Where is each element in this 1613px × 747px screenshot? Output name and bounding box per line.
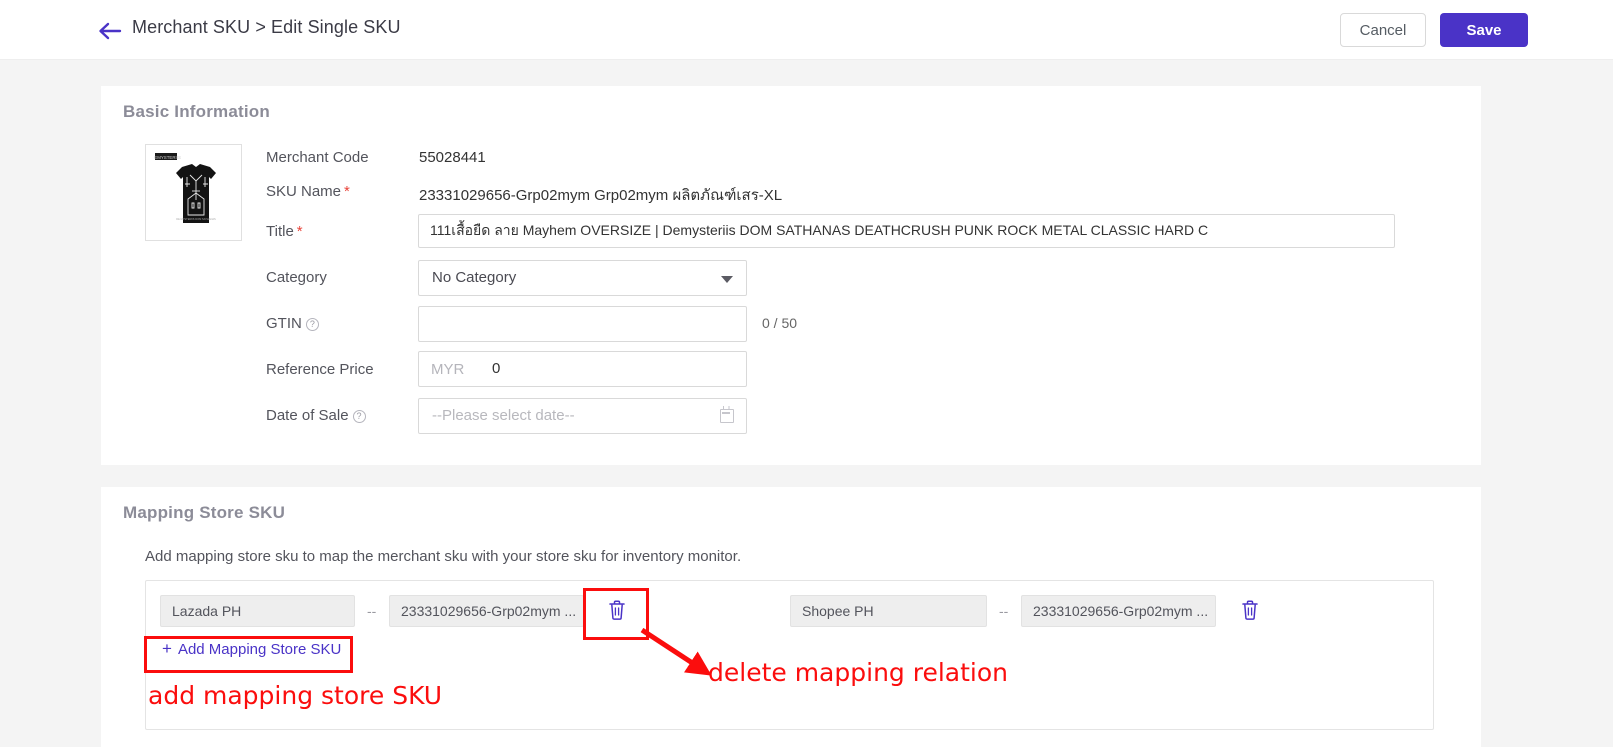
required-asterisk: * xyxy=(344,183,350,200)
product-thumbnail: DEMYSTERIIS DE MYSTERIIS DOM SATHANAS xyxy=(145,144,242,241)
basic-information-title: Basic Information xyxy=(123,102,270,121)
add-mapping-store-sku-label: Add Mapping Store SKU xyxy=(177,641,342,658)
svg-text:DE MYSTERIIS DOM SATHANAS: DE MYSTERIIS DOM SATHANAS xyxy=(176,217,216,221)
svg-text:DEMYSTERIIS: DEMYSTERIIS xyxy=(154,155,181,160)
save-button[interactable]: Save xyxy=(1440,13,1528,47)
title-label: Title * xyxy=(266,223,303,240)
date-of-sale-label-text: Date of Sale xyxy=(266,407,349,424)
trash-icon[interactable] xyxy=(1240,599,1260,621)
title-label-text: Title xyxy=(266,223,294,240)
sku-name-label-text: SKU Name xyxy=(266,183,342,200)
help-icon[interactable]: ? xyxy=(305,318,319,331)
calendar-icon xyxy=(720,406,734,423)
back-arrow-icon[interactable] xyxy=(97,18,123,44)
date-of-sale-picker[interactable]: --Please select date-- xyxy=(418,398,747,434)
top-bar: Merchant SKU > Edit Single SKU Cancel Sa… xyxy=(0,0,1613,60)
sku-name-label: SKU Name * xyxy=(266,183,350,200)
mapping-store-lazada[interactable]: Lazada PH xyxy=(160,595,355,627)
trash-icon[interactable] xyxy=(607,599,627,621)
tshirt-image: DEMYSTERIIS DE MYSTERIIS DOM SATHANAS xyxy=(154,151,234,235)
cancel-button[interactable]: Cancel xyxy=(1340,13,1426,47)
basic-information-card: Basic Information DEMYSTERIIS DE MYSTERI… xyxy=(101,86,1481,465)
row-separator: -- xyxy=(999,603,1009,619)
reference-price-label: Reference Price xyxy=(266,361,374,378)
mapping-sku-shopee[interactable]: 23331029656-Grp02mym ... xyxy=(1021,595,1216,627)
add-mapping-store-sku-button[interactable]: + Add Mapping Store SKU xyxy=(162,639,341,659)
mapping-sku-lazada[interactable]: 23331029656-Grp02mym ... xyxy=(389,595,584,627)
currency-prefix: MYR xyxy=(431,361,465,378)
category-selected-value: No Category xyxy=(432,269,517,286)
gtin-label: GTIN? xyxy=(266,315,319,332)
annotation-text-add: add mapping store SKU xyxy=(148,681,443,710)
title-input[interactable] xyxy=(418,214,1395,248)
merchant-code-value: 55028441 xyxy=(419,149,486,166)
date-of-sale-placeholder: --Please select date-- xyxy=(432,407,575,424)
breadcrumb: Merchant SKU > Edit Single SKU xyxy=(132,17,401,37)
sku-name-value: 23331029656-Grp02mym Grp02mym ผลิตภัณฑ์เ… xyxy=(419,187,783,204)
gtin-label-text: GTIN xyxy=(266,315,302,332)
mapping-store-shopee[interactable]: Shopee PH xyxy=(790,595,987,627)
mapping-row: Lazada PH -- 23331029656-Grp02mym ... Sh… xyxy=(146,581,1433,637)
chevron-down-icon xyxy=(721,276,733,283)
category-select[interactable]: No Category xyxy=(418,260,747,296)
reference-price-value: 0 xyxy=(492,360,501,377)
gtin-input[interactable] xyxy=(418,306,747,342)
reference-price-field[interactable]: MYR 0 xyxy=(418,351,747,387)
row-separator: -- xyxy=(367,603,377,619)
date-of-sale-label: Date of Sale? xyxy=(266,407,366,424)
help-icon[interactable]: ? xyxy=(352,410,366,423)
merchant-code-label: Merchant Code xyxy=(266,149,369,166)
mapping-description: Add mapping store sku to map the merchan… xyxy=(145,548,742,565)
gtin-char-counter: 0 / 50 xyxy=(762,315,798,331)
required-asterisk: * xyxy=(296,223,303,240)
mapping-store-sku-title: Mapping Store SKU xyxy=(123,503,286,522)
annotation-text-delete: delete mapping relation xyxy=(708,658,1008,687)
plus-icon: + xyxy=(162,639,172,658)
category-label: Category xyxy=(266,269,327,286)
